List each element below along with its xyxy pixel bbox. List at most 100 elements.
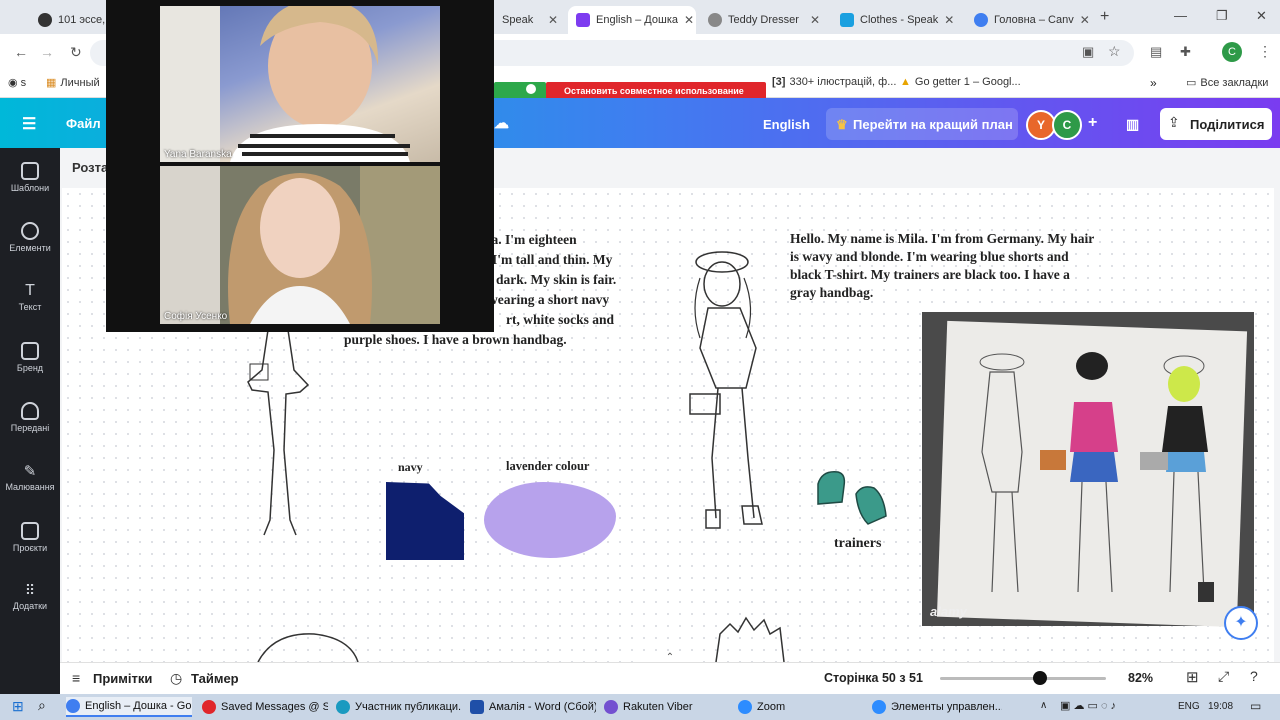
video-tile-sofia[interactable]: Софія Усенко (160, 166, 440, 324)
rail-brand[interactable]: Бренд (0, 342, 60, 373)
chrome-icon (66, 699, 80, 713)
notifications-icon[interactable]: ▭ (1250, 699, 1261, 713)
maximize-button[interactable]: ❐ (1216, 8, 1228, 24)
windows-start-icon[interactable]: ⊞ (12, 698, 24, 715)
page-indicator[interactable]: Сторінка 50 з 51 (824, 671, 923, 685)
zoom-level[interactable]: 82% (1128, 671, 1153, 685)
taskbar-word[interactable]: Амалія - Word (Сбой)... (470, 697, 596, 717)
clock[interactable]: 19:08 (1208, 701, 1233, 712)
zoom-slider-track[interactable] (940, 677, 1106, 680)
bookmark-go-getter[interactable]: ▲ Go getter 1 – Googl... (900, 76, 1021, 88)
rail-templates[interactable]: Шаблони (0, 162, 60, 193)
taskbar-viber[interactable]: Rakuten Viber (604, 697, 730, 717)
close-icon[interactable]: ✕ (684, 13, 694, 27)
tab-english-board[interactable]: English – Дошка ✕ (568, 6, 696, 34)
rail-apps[interactable]: ⠿ Додатки (0, 582, 60, 611)
insights-icon[interactable]: ▥ (1126, 116, 1139, 133)
tab-canva-home[interactable]: Головна – Canv ✕ (966, 6, 1094, 34)
rail-projects[interactable]: Проєкти (0, 522, 60, 553)
templates-icon (21, 162, 39, 180)
crown-icon: ♛ (836, 117, 848, 132)
app-icon (202, 700, 216, 714)
notes-button[interactable]: Примітки (93, 671, 152, 686)
upload-icon: ⇪ (1168, 114, 1180, 130)
file-menu[interactable]: Файл (66, 116, 101, 131)
word-icon (470, 700, 484, 714)
fullscreen-icon[interactable]: ⤢ (1218, 668, 1229, 685)
help-icon[interactable]: ? (1250, 668, 1258, 684)
fashion-sketch-mila[interactable] (686, 248, 776, 538)
canva-favicon-icon (576, 13, 590, 27)
rail-text[interactable]: T Текст (0, 282, 60, 312)
add-collaborator-icon[interactable]: + (1088, 114, 1097, 132)
close-icon[interactable]: ✕ (944, 13, 954, 27)
search-icon[interactable]: ⌕ (38, 697, 46, 714)
story-text-mila[interactable]: Hello. My name is Mila. I'm from Germany… (790, 230, 1130, 302)
label-trainers[interactable]: trainers (834, 536, 881, 552)
upload-cloud-icon (21, 402, 39, 420)
input-language[interactable]: ENG (1178, 701, 1200, 712)
tab-clothes-speak[interactable]: Clothes - Speak ✕ (832, 6, 960, 34)
tray-chevron-icon[interactable]: ∧ (1040, 700, 1047, 711)
label-navy[interactable]: navy (398, 460, 423, 475)
notes-icon: ≡ (72, 670, 81, 686)
share-label: Поділитися (1190, 117, 1265, 132)
back-icon[interactable]: ← (14, 44, 28, 60)
photo-watermark: alamy (930, 604, 967, 619)
text-icon: T (25, 282, 35, 299)
install-icon[interactable]: ▣ (1082, 44, 1094, 60)
close-icon[interactable]: ✕ (1080, 13, 1090, 27)
language-label[interactable]: English (763, 117, 810, 132)
all-bookmarks[interactable]: ▭ Все закладки (1186, 76, 1268, 90)
taskbar-telegram[interactable]: Saved Messages @ So... (202, 697, 328, 717)
tab-favicon-icon (840, 13, 854, 27)
profile-avatar[interactable]: C (1222, 42, 1242, 62)
forward-icon[interactable]: → (40, 44, 54, 60)
tab-speak-1[interactable]: Speak ✕ (494, 6, 566, 34)
more-bookmarks-icon[interactable]: » (1150, 76, 1157, 90)
taskbar-browser[interactable]: Участник публикаци... (336, 697, 462, 717)
bookmark-star-icon[interactable]: ☆ (1108, 43, 1121, 60)
cloud-save-icon: ☁ (494, 115, 509, 132)
photo-colored-sketches[interactable]: alamy (922, 312, 1254, 628)
video-tile-yana[interactable]: Yana Baranska (160, 6, 440, 162)
menu-icon[interactable]: ☰ (22, 114, 36, 134)
tray-icons[interactable]: ▣ ☁ ▭ ◌ ♪ (1060, 699, 1116, 712)
reload-icon[interactable]: ↻ (70, 44, 82, 61)
participant-video-yana (160, 6, 410, 162)
zoom-icon (738, 700, 752, 714)
taskbar-zoom-controls[interactable]: Элементы управлен... (872, 697, 1002, 717)
participant-video-sofia (160, 166, 440, 324)
close-icon[interactable]: ✕ (810, 13, 820, 27)
minimize-button[interactable]: — (1174, 8, 1187, 23)
rail-draw[interactable]: ✎ Малювання (0, 462, 60, 492)
puzzle-icon[interactable]: ✚ (1180, 44, 1191, 60)
timer-icon: ◷ (170, 670, 183, 686)
rail-elements[interactable]: Елементи (0, 222, 60, 253)
globe-icon (708, 13, 722, 27)
timer-button[interactable]: Таймер (191, 671, 239, 686)
bookmark-s[interactable]: ◉ s (8, 76, 26, 89)
taskbar-chrome[interactable]: English – Дошка - Go... (66, 697, 192, 717)
taskbar-zoom[interactable]: Zoom (738, 697, 864, 717)
sketch-head-partial (715, 616, 785, 662)
tab-essay[interactable]: 101 эссе, к (30, 6, 110, 34)
tab-teddy-dresser[interactable]: Teddy Dresser ✕ (700, 6, 828, 34)
new-tab-button[interactable]: + (1100, 8, 1109, 26)
rail-uploads[interactable]: Передані (0, 402, 60, 433)
kebab-menu-icon[interactable]: ⋮ (1258, 43, 1272, 60)
fashion-sketch-amanda[interactable] (228, 330, 328, 540)
zoom-slider-handle[interactable] (1032, 671, 1047, 685)
grid-view-icon[interactable]: ⊞ (1186, 668, 1199, 686)
avatar[interactable]: C (1052, 110, 1082, 140)
close-window-button[interactable]: ✕ (1256, 8, 1267, 24)
participant-name: Yana Baranska (164, 149, 232, 160)
bookmark-illustrations[interactable]: [3] 330+ ілюстрацій, ф... (772, 76, 896, 88)
folder-icon (21, 522, 39, 540)
bookmark-personal[interactable]: ▦ Личный (46, 76, 100, 90)
extension-icon[interactable]: ▤ (1150, 44, 1162, 60)
trainers-image[interactable] (812, 464, 892, 528)
close-icon[interactable]: ✕ (548, 13, 558, 27)
label-lavender[interactable]: lavender colour (506, 459, 589, 474)
magic-assistant-button[interactable]: ✦ (1224, 606, 1258, 640)
